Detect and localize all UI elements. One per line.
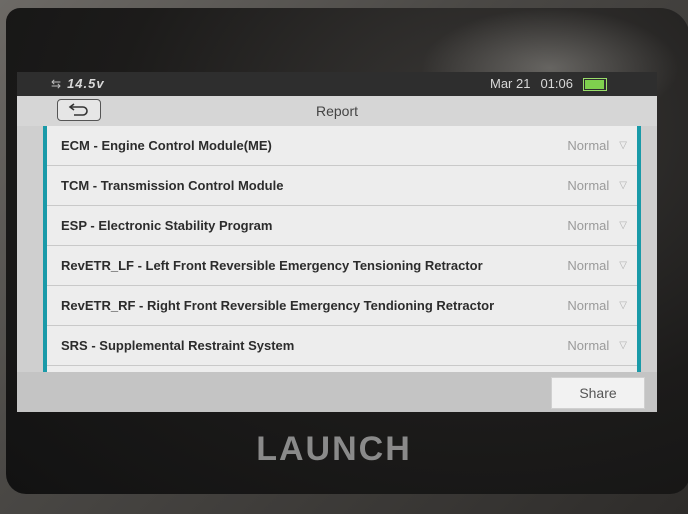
- list-item[interactable]: ESP - Electronic Stability Program Norma…: [47, 206, 637, 246]
- chevron-down-icon: ▽: [619, 340, 627, 351]
- voltage-readout: 14.5v: [67, 76, 105, 91]
- module-name: ECM - Engine Control Module(ME): [61, 138, 272, 153]
- status-right: Mar 21 01:06: [490, 76, 607, 91]
- status-text: Normal: [567, 138, 610, 153]
- module-name: RevETR_LF - Left Front Reversible Emerge…: [61, 258, 483, 273]
- chevron-down-icon: ▽: [619, 260, 627, 271]
- status-left: ⇆ 14.5v: [51, 76, 105, 91]
- page-title: Report: [315, 103, 359, 119]
- status-text: Normal: [567, 298, 610, 313]
- list-item[interactable]: RevETR_LF - Left Front Reversible Emerge…: [47, 246, 637, 286]
- status-text: Normal: [567, 258, 610, 273]
- report-list: ECM - Engine Control Module(ME) Normal ▽…: [43, 126, 641, 372]
- module-status: Normal ▽: [567, 218, 627, 233]
- status-date: Mar 21: [489, 76, 531, 91]
- list-item[interactable]: SRS - Supplemental Restraint System Norm…: [47, 326, 637, 366]
- list-item[interactable]: TCM - Transmission Control Module Normal…: [47, 166, 637, 206]
- chevron-down-icon: ▽: [619, 140, 627, 151]
- chevron-down-icon: ▽: [619, 180, 627, 191]
- status-text: Normal: [567, 178, 610, 193]
- title-bar: Report: [17, 96, 657, 126]
- list-item[interactable]: RevETR_RF - Right Front Reversible Emerg…: [47, 286, 637, 326]
- module-name: TCM - Transmission Control Module: [61, 178, 284, 193]
- module-status: Normal ▽: [567, 338, 627, 353]
- chevron-down-icon: ▽: [619, 220, 627, 231]
- module-name: ESP - Electronic Stability Program: [61, 218, 273, 233]
- module-status: Normal ▽: [567, 298, 627, 313]
- usb-icon: ⇆: [51, 76, 62, 91]
- device-screen: ⇆ 14.5v Mar 21 01:06 Report ECM - Engine…: [17, 72, 657, 412]
- bottom-bar: Share: [17, 372, 657, 412]
- module-name: RevETR_RF - Right Front Reversible Emerg…: [61, 298, 495, 313]
- module-status: Normal ▽: [567, 138, 627, 153]
- module-status: Normal ▽: [567, 178, 627, 193]
- share-button[interactable]: Share: [551, 377, 645, 409]
- status-bar: ⇆ 14.5v Mar 21 01:06: [17, 72, 657, 96]
- status-text: Normal: [567, 338, 610, 353]
- battery-icon: [583, 78, 607, 91]
- module-status: Normal ▽: [567, 258, 627, 273]
- chevron-down-icon: ▽: [619, 300, 627, 311]
- status-text: Normal: [567, 218, 610, 233]
- brand-logo: LAUNCH: [256, 430, 412, 468]
- module-name: SRS - Supplemental Restraint System: [61, 338, 295, 353]
- status-time: 01:06: [540, 76, 573, 91]
- list-item[interactable]: ECM - Engine Control Module(ME) Normal ▽: [47, 126, 637, 166]
